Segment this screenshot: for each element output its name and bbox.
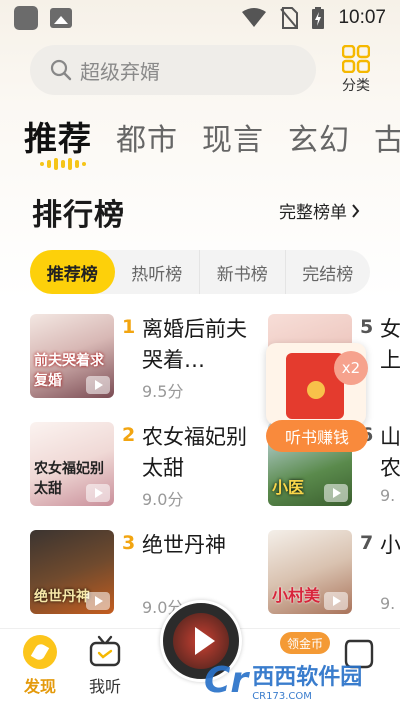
book-score: 9. (380, 594, 396, 613)
discover-icon (23, 635, 57, 669)
category-label: 分类 (342, 78, 370, 94)
full-ranking-label: 完整榜单 (279, 203, 347, 223)
book-title: 小 (380, 533, 400, 557)
x2-badge: x2 (334, 351, 368, 385)
tv-icon (89, 635, 121, 667)
book-score: 9.5分 (142, 382, 184, 401)
subtab-hot[interactable]: 热听榜 (115, 250, 200, 294)
watermark-url: CR173.COM (252, 690, 312, 702)
nav-listen-label: 我听 (88, 677, 121, 696)
gold-coin-badge[interactable]: 领金币 (280, 632, 331, 654)
play-icon (324, 484, 348, 502)
search-placeholder: 超级弃婿 (80, 59, 160, 84)
play-icon (86, 376, 110, 394)
tab-recommend[interactable]: 推荐 (24, 112, 92, 160)
book-rank: 2 (122, 424, 136, 446)
book-rank: 1 (122, 316, 136, 338)
book-score: 9.0分 (142, 490, 184, 509)
status-bar: 10:07 (0, 0, 400, 36)
book-score: 9. (380, 486, 396, 505)
subtab-new[interactable]: 新书榜 (200, 250, 286, 294)
book-item[interactable]: 小村美 7 小 9. (268, 530, 400, 620)
tab-fantasy[interactable]: 玄幻 (288, 115, 350, 159)
book-title: 女上 (380, 317, 400, 372)
book-cover: 前夫哭着求复婚 (30, 314, 114, 398)
channel-tabs: 推荐 都市 现言 玄幻 古言 (24, 112, 400, 160)
category-grid-icon (342, 45, 370, 73)
cover-title: 小医 (272, 478, 305, 497)
book-cover: 农女福妃别太甜 (30, 422, 114, 506)
listen-earn-button[interactable]: 听书赚钱 (266, 420, 368, 452)
chevron-right-icon (352, 203, 360, 218)
battery-charging-icon (312, 7, 325, 29)
nav-discover-label: 发现 (23, 677, 56, 696)
no-sim-icon (280, 7, 299, 29)
play-icon (195, 627, 215, 655)
book-title: 离婚后前夫哭着… (142, 317, 247, 372)
notification-icon (14, 6, 38, 30)
book-item[interactable]: 绝世丹神 3 绝世丹神 9.0分 (30, 530, 260, 620)
tab-city[interactable]: 都市 (116, 115, 178, 159)
book-title: 山农 (380, 425, 400, 480)
cover-title: 绝世丹神 (34, 589, 90, 605)
book-rank: 5 (360, 316, 374, 338)
cover-title: 小村美 (272, 586, 321, 605)
book-cover: 小村美 (268, 530, 352, 614)
clock: 10:07 (338, 7, 386, 28)
book-item[interactable]: 前夫哭着求复婚 1 离婚后前夫哭着… 9.5分 (30, 314, 260, 404)
ranking-subtabs: 推荐榜 热听榜 新书榜 完结榜 (30, 250, 370, 294)
book-item[interactable]: 农女福妃别太甜 2 农女福妃别太甜 9.0分 (30, 422, 260, 512)
play-icon (86, 484, 110, 502)
watermark-logo: Cr (204, 659, 249, 701)
search-icon (50, 59, 72, 81)
nav-discover[interactable]: 发现 (10, 635, 70, 697)
ranking-title: 排行榜 (32, 198, 125, 233)
gallery-icon (50, 8, 72, 28)
book-rank: 3 (122, 532, 136, 554)
book-title: 绝世丹神 (142, 533, 226, 557)
category-button[interactable]: 分类 (336, 45, 376, 95)
book-rank: 7 (360, 532, 374, 554)
play-icon (86, 592, 110, 610)
book-cover: 绝世丹神 (30, 530, 114, 614)
subtab-recommend[interactable]: 推荐榜 (30, 250, 115, 294)
watermark-title: 西西软件园 (252, 664, 363, 690)
nav-listen[interactable]: 我听 (75, 635, 135, 697)
wifi-icon (242, 8, 267, 27)
search-input[interactable]: 超级弃婿 (30, 45, 316, 95)
tab-romance[interactable]: 现言 (202, 115, 264, 159)
book-title: 农女福妃别太甜 (142, 425, 247, 480)
tab-ancient[interactable]: 古言 (374, 115, 400, 159)
active-tab-indicator (40, 158, 86, 170)
subtab-finished[interactable]: 完结榜 (286, 250, 371, 294)
full-ranking-link[interactable]: 完整榜单 (279, 198, 360, 223)
play-icon (324, 592, 348, 610)
coin-icon (307, 381, 325, 399)
search-row: 超级弃婿 分类 (30, 42, 390, 98)
watermark: Cr 西西软件园 CR173.COM (204, 652, 400, 708)
